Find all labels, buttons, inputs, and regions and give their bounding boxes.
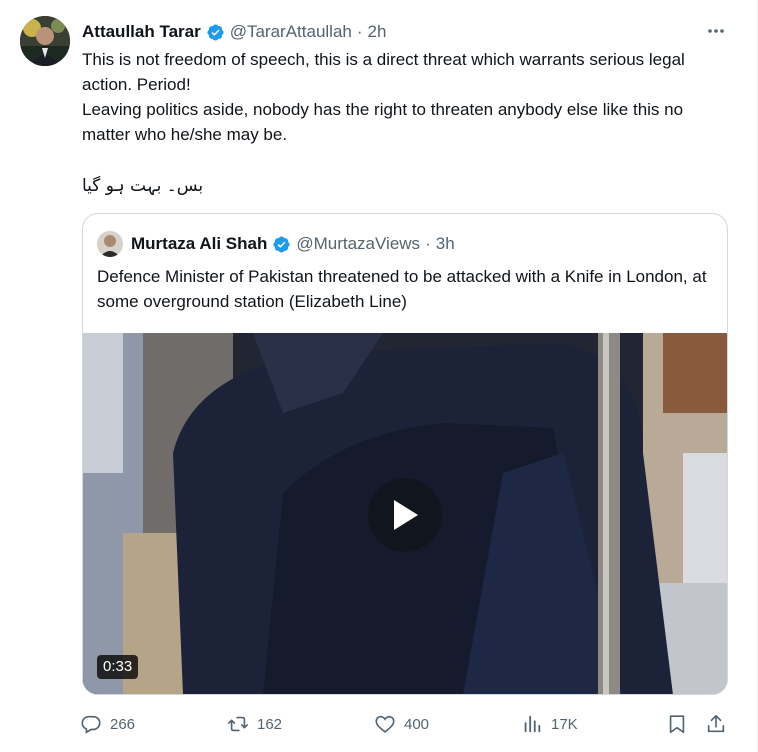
like-count: 400 bbox=[404, 715, 430, 733]
video-player[interactable]: 0:33 bbox=[83, 333, 727, 694]
separator-dot: · bbox=[425, 234, 431, 253]
reply-icon bbox=[81, 715, 101, 734]
quoted-tweet-header: Murtaza Ali Shah @MurtazaViews · 3h bbox=[97, 230, 455, 258]
retweet-button[interactable]: 162 bbox=[227, 708, 282, 740]
share-button[interactable] bbox=[705, 708, 727, 740]
tweet-header: Attaullah Tarar @TararAttaullah · 2h bbox=[82, 20, 386, 44]
more-options-button[interactable] bbox=[700, 18, 732, 44]
bookmark-icon bbox=[669, 715, 685, 734]
reply-count: 266 bbox=[110, 715, 136, 733]
tweet-card[interactable]: Attaullah Tarar @TararAttaullah · 2h Thi… bbox=[0, 0, 758, 752]
author-handle[interactable]: @TararAttaullah bbox=[230, 22, 352, 42]
video-duration: 0:33 bbox=[97, 655, 139, 679]
play-icon bbox=[394, 500, 418, 530]
tweet-text: This is not freedom of speech, this is a… bbox=[82, 47, 732, 147]
quoted-tweet[interactable]: Murtaza Ali Shah @MurtazaViews · 3h Defe… bbox=[82, 213, 728, 695]
retweet-count: 162 bbox=[257, 715, 283, 733]
separator-dot: · bbox=[356, 22, 363, 41]
tweet-text-line: This is not freedom of speech, this is a… bbox=[82, 50, 685, 94]
tweet-time[interactable]: 2h bbox=[368, 22, 387, 42]
more-icon bbox=[708, 29, 724, 33]
quoted-tweet-text: Defence Minister of Pakistan threatened … bbox=[97, 267, 707, 311]
views-icon bbox=[524, 715, 541, 733]
verified-badge-icon bbox=[207, 24, 224, 40]
retweet-icon bbox=[228, 716, 248, 732]
author-avatar[interactable] bbox=[20, 16, 70, 66]
tweet-text-line: Leaving politics aside, nobody has the r… bbox=[82, 100, 684, 144]
quoted-tweet-time[interactable]: 3h bbox=[436, 234, 455, 254]
share-icon bbox=[707, 714, 725, 733]
like-icon bbox=[375, 715, 395, 733]
views-button[interactable]: 17K bbox=[521, 708, 578, 740]
views-count: 17K bbox=[551, 715, 578, 733]
tweet-text-urdu: بس۔ بہت ہو گیا bbox=[82, 176, 204, 196]
verified-badge-icon bbox=[273, 236, 290, 252]
bookmark-button[interactable] bbox=[666, 708, 688, 740]
quoted-author-handle[interactable]: @MurtazaViews bbox=[296, 234, 420, 254]
play-button[interactable] bbox=[368, 478, 442, 552]
like-button[interactable]: 400 bbox=[374, 708, 429, 740]
tweet-actions: 266 162 400 17K bbox=[80, 708, 740, 740]
quoted-author-avatar bbox=[97, 231, 123, 257]
reply-button[interactable]: 266 bbox=[80, 708, 135, 740]
author-name[interactable]: Attaullah Tarar bbox=[82, 22, 201, 42]
quoted-author-name[interactable]: Murtaza Ali Shah bbox=[131, 234, 267, 254]
